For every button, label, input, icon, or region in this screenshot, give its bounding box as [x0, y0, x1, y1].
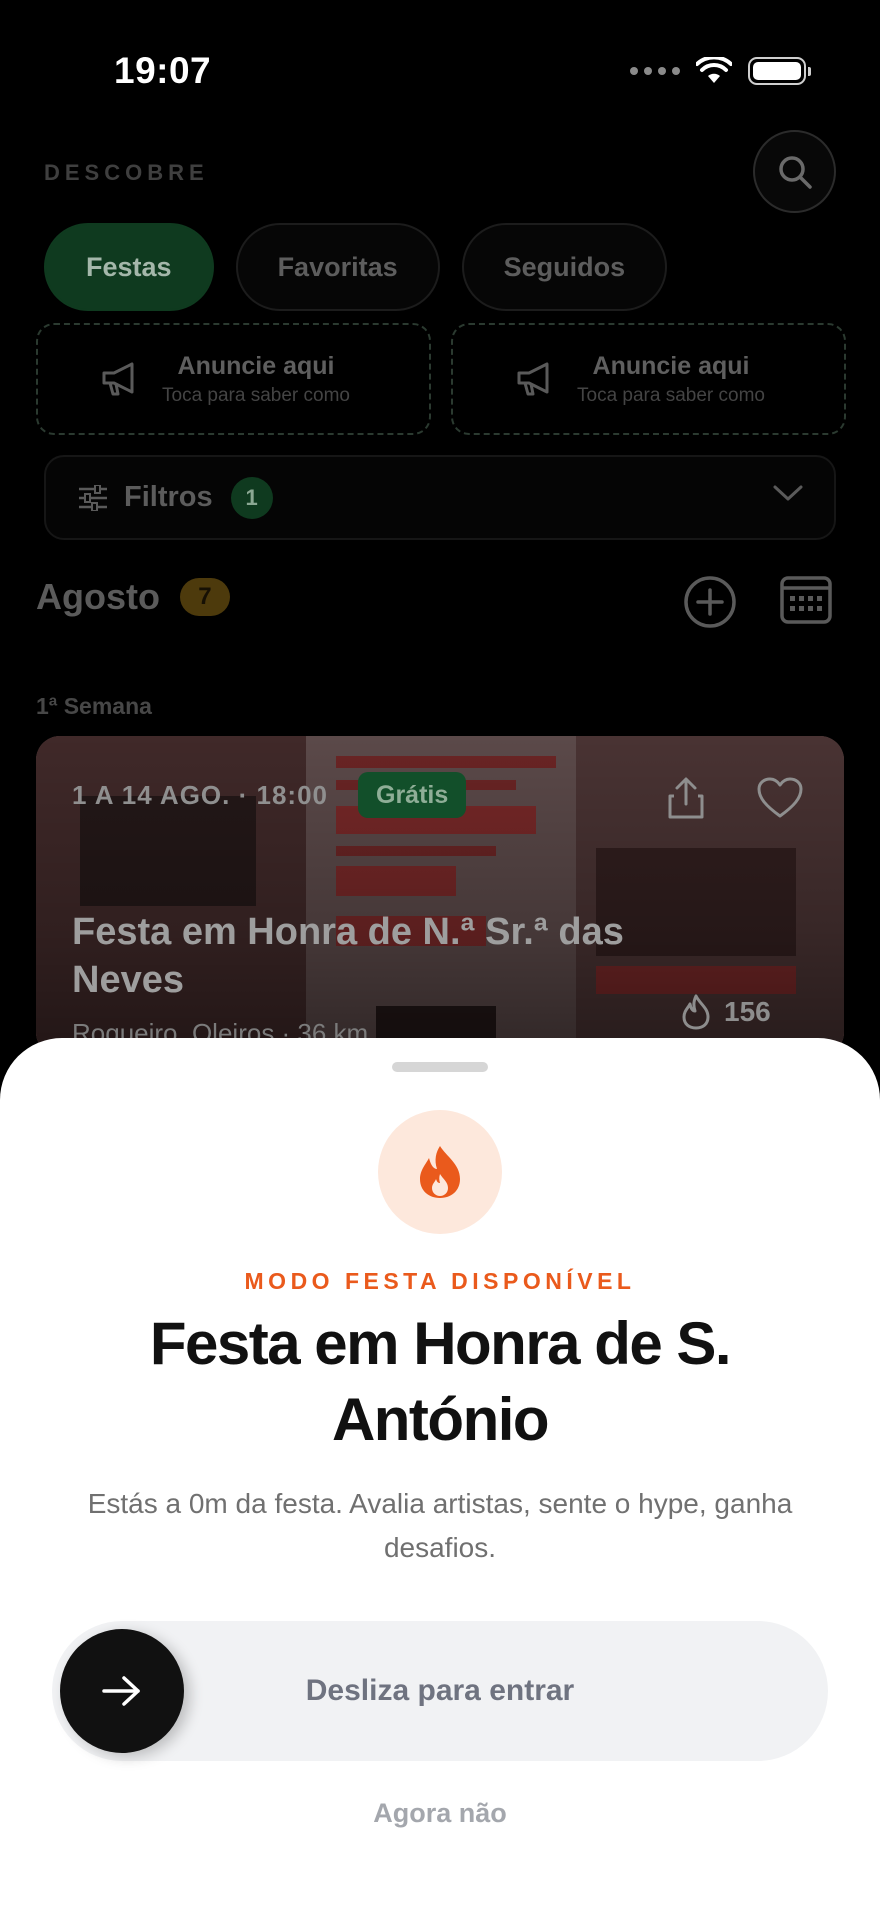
sliders-icon [79, 484, 107, 511]
calendar-icon[interactable] [780, 574, 832, 626]
filters-dropdown[interactable]: Filtros 1 [44, 455, 836, 540]
add-icon[interactable] [682, 574, 738, 630]
ad-slots: Anuncie aqui Toca para saber como Anunci… [36, 323, 846, 435]
app-screen: 19:07 DESCOBRE Festas Favoritas Seguidos [0, 0, 880, 1913]
dismiss-button[interactable]: Agora não [0, 1798, 880, 1829]
fire-badge [378, 1110, 502, 1234]
search-button[interactable] [753, 130, 836, 213]
event-card[interactable]: 1 A 14 AGO. · 18:00 Grátis Festa em Honr… [36, 736, 844, 1056]
megaphone-icon [517, 362, 549, 396]
slide-to-enter[interactable]: Desliza para entrar [52, 1621, 828, 1761]
heart-icon[interactable] [756, 776, 804, 820]
price-badge: Grátis [358, 772, 467, 818]
tab-seguidos[interactable]: Seguidos [461, 223, 668, 311]
flame-icon [682, 994, 710, 1030]
fire-icon [420, 1146, 460, 1198]
filters-count-badge: 1 [230, 476, 273, 519]
ad-slot-right[interactable]: Anuncie aqui Toca para saber como [451, 323, 846, 435]
month-label: Agosto [36, 576, 160, 617]
megaphone-icon [102, 362, 134, 396]
mode-label: MODO FESTA DISPONÍVEL [244, 1268, 636, 1294]
ad-subtitle: Toca para saber como [577, 384, 765, 406]
arrow-right-icon [102, 1676, 140, 1706]
week-label: 1ª Semana [36, 693, 152, 719]
party-mode-sheet: MODO FESTA DISPONÍVEL Festa em Honra de … [0, 1038, 880, 1913]
tab-favoritas[interactable]: Favoritas [235, 223, 440, 311]
event-title: Festa em Honra de N.ª Sr.ª das Neves [72, 911, 624, 1001]
event-date: 1 A 14 AGO. · 18:00 [72, 780, 328, 810]
tab-bar: Festas Favoritas Seguidos [44, 223, 668, 311]
sheet-subtitle: Estás a 0m da festa. Avalia artistas, se… [87, 1488, 793, 1563]
search-icon [778, 155, 812, 189]
month-count-badge: 7 [179, 578, 230, 616]
share-icon[interactable] [666, 776, 706, 820]
section-label: DESCOBRE [44, 160, 209, 185]
ad-subtitle: Toca para saber como [162, 384, 350, 406]
month-header: Agosto 7 [36, 576, 230, 618]
tab-festas[interactable]: Festas [44, 223, 214, 311]
filters-label: Filtros [124, 481, 213, 513]
chevron-down-icon [773, 485, 803, 501]
sheet-grabber[interactable] [392, 1062, 488, 1072]
ad-title: Anuncie aqui [177, 351, 335, 380]
ad-title: Anuncie aqui [592, 351, 750, 380]
hype-counter: 156 [682, 994, 771, 1030]
slider-knob[interactable] [60, 1629, 184, 1753]
hype-count: 156 [724, 996, 771, 1027]
ad-slot-left[interactable]: Anuncie aqui Toca para saber como [36, 323, 431, 435]
sheet-title: Festa em Honra de S. António [149, 1310, 732, 1453]
